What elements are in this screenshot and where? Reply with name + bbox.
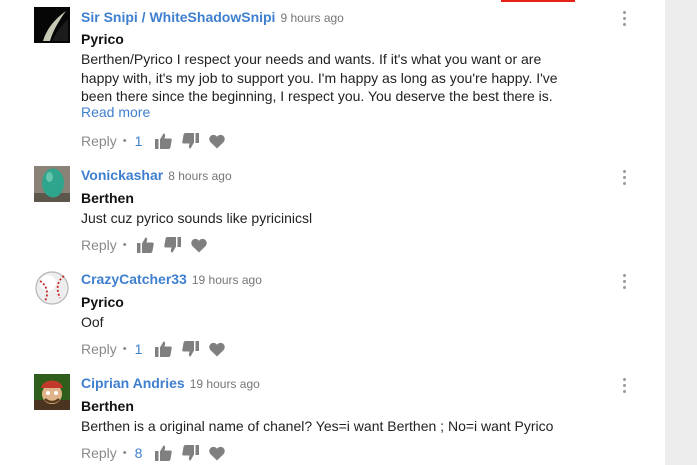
comment-text: Berthen is a original name of chanel? Ye…	[81, 418, 554, 434]
thumbs-down-icon[interactable]	[182, 445, 200, 461]
comment-header: Vonickashar 8 hours ago	[81, 167, 232, 183]
author-name[interactable]: CrazyCatcher33	[81, 271, 187, 287]
author-name[interactable]: Vonickashar	[81, 167, 163, 183]
more-vertical-icon[interactable]	[621, 11, 629, 27]
comment-title: Pyrico	[81, 294, 124, 310]
separator-dot: •	[122, 447, 127, 459]
separator-dot: •	[122, 135, 127, 147]
heart-icon[interactable]	[190, 238, 207, 253]
thumbs-down-icon[interactable]	[182, 341, 200, 357]
reply-count[interactable]: 1	[135, 133, 143, 149]
avatar[interactable]	[34, 270, 70, 306]
heart-icon[interactable]	[209, 446, 226, 461]
comment-text: Berthen/Pyrico I respect your needs and …	[81, 51, 558, 104]
reply-button[interactable]: Reply	[81, 133, 117, 149]
comment-actions: Reply • 1	[81, 340, 226, 358]
comment-title: Berthen	[81, 398, 134, 414]
comment-title: Berthen	[81, 190, 134, 206]
comment-text: Oof	[81, 314, 104, 330]
more-vertical-icon[interactable]	[621, 170, 629, 186]
author-name[interactable]: Sir Snipi / WhiteShadowSnipi	[81, 9, 275, 25]
comment-header: Sir Snipi / WhiteShadowSnipi 9 hours ago	[81, 9, 344, 25]
read-more-link[interactable]: Read more	[81, 104, 150, 120]
comment-time[interactable]: 19 hours ago	[192, 273, 262, 287]
scrollbar-track[interactable]	[665, 0, 697, 465]
comment-header: Ciprian Andries 19 hours ago	[81, 375, 260, 391]
avatar[interactable]	[34, 166, 70, 202]
thumbs-down-icon[interactable]	[163, 237, 181, 253]
thumbs-up-icon[interactable]	[136, 237, 154, 253]
comment-header: CrazyCatcher33 19 hours ago	[81, 271, 262, 287]
avatar[interactable]	[34, 7, 70, 43]
separator-dot: •	[122, 343, 127, 355]
comment-title: Pyrico	[81, 31, 124, 47]
comment-actions: Reply • 1	[81, 132, 226, 150]
comments-list: Sir Snipi / WhiteShadowSnipi 9 hours ago …	[0, 0, 660, 465]
avatar[interactable]	[34, 374, 70, 410]
thumbs-down-icon[interactable]	[182, 133, 200, 149]
reply-count[interactable]: 8	[135, 445, 143, 461]
comment-time[interactable]: 9 hours ago	[280, 11, 343, 25]
comment-time[interactable]: 19 hours ago	[190, 377, 260, 391]
more-vertical-icon[interactable]	[621, 378, 629, 394]
reply-button[interactable]: Reply	[81, 445, 117, 461]
reply-button[interactable]: Reply	[81, 237, 117, 253]
reply-count[interactable]: 1	[135, 341, 143, 357]
heart-icon[interactable]	[209, 134, 226, 149]
thumbs-up-icon[interactable]	[155, 133, 173, 149]
reply-button[interactable]: Reply	[81, 341, 117, 357]
heart-icon[interactable]	[209, 342, 226, 357]
separator-dot: •	[122, 239, 127, 251]
comment-actions: Reply • 8	[81, 444, 226, 462]
thumbs-up-icon[interactable]	[155, 341, 173, 357]
author-name[interactable]: Ciprian Andries	[81, 375, 185, 391]
comment-actions: Reply •	[81, 236, 207, 254]
comment-text: Just cuz pyrico sounds like pyricinicsl	[81, 210, 313, 226]
comment-time[interactable]: 8 hours ago	[168, 169, 231, 183]
thumbs-up-icon[interactable]	[155, 445, 173, 461]
more-vertical-icon[interactable]	[621, 274, 629, 290]
